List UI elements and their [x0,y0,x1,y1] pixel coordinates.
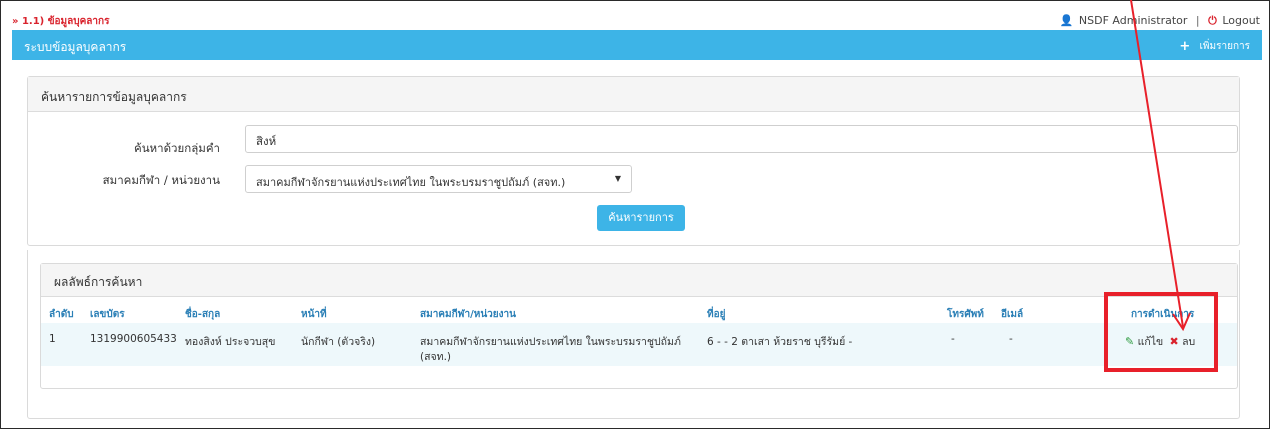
annotation-arrow [1130,0,1191,332]
